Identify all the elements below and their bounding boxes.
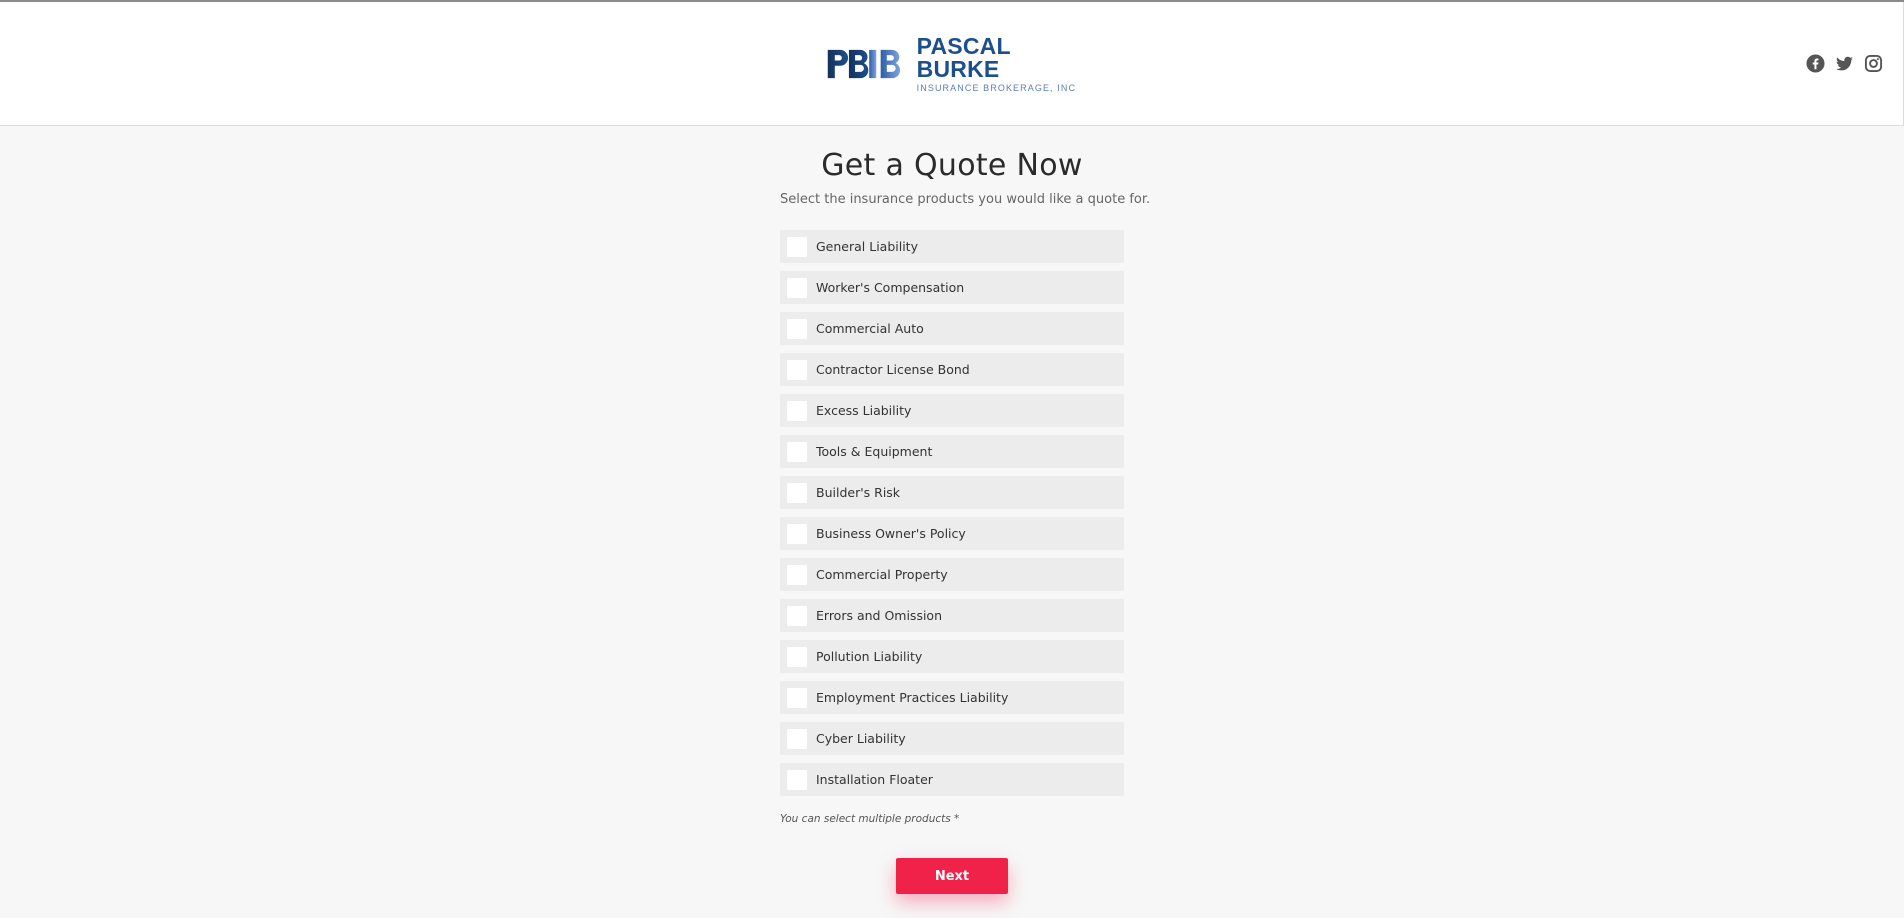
twitter-icon[interactable] bbox=[1835, 54, 1854, 73]
multiple-selection-hint: You can select multiple products * bbox=[780, 813, 960, 825]
product-option[interactable]: Tools & Equipment bbox=[780, 435, 1124, 468]
product-options-list: General Liability Worker's Compensation Co… bbox=[780, 230, 1124, 796]
product-option-label: Commercial Property bbox=[816, 567, 948, 582]
product-checkbox[interactable] bbox=[787, 605, 807, 626]
product-option-label: Tools & Equipment bbox=[816, 444, 933, 459]
product-option[interactable]: Commercial Property bbox=[780, 558, 1124, 591]
product-option[interactable]: Errors and Omission bbox=[780, 599, 1124, 632]
product-checkbox[interactable] bbox=[787, 318, 807, 339]
social-links bbox=[1806, 54, 1883, 73]
logo-name: PASCAL BURKE bbox=[916, 33, 1011, 82]
product-option[interactable]: Contractor License Bond bbox=[780, 353, 1124, 386]
facebook-icon[interactable] bbox=[1806, 54, 1825, 73]
product-option-label: Contractor License Bond bbox=[816, 362, 970, 377]
product-checkbox[interactable] bbox=[787, 441, 807, 462]
logo[interactable]: PASCAL BURKE INSURANCE BROKERAGE, INC bbox=[826, 35, 1078, 93]
product-checkbox[interactable] bbox=[787, 523, 807, 544]
product-option-label: General Liability bbox=[816, 239, 918, 254]
logo-mark bbox=[827, 49, 901, 79]
product-checkbox[interactable] bbox=[787, 277, 807, 298]
product-option-label: Pollution Liability bbox=[816, 649, 923, 664]
product-checkbox[interactable] bbox=[787, 400, 807, 421]
product-option[interactable]: Cyber Liability bbox=[780, 722, 1124, 755]
product-option[interactable]: General Liability bbox=[780, 230, 1124, 263]
site-header: PASCAL BURKE INSURANCE BROKERAGE, INC bbox=[0, 2, 1904, 126]
product-checkbox[interactable] bbox=[787, 564, 807, 585]
product-option-label: Employment Practices Liability bbox=[816, 690, 1009, 705]
product-option[interactable]: Worker's Compensation bbox=[780, 271, 1124, 304]
product-checkbox[interactable] bbox=[787, 769, 807, 790]
product-option[interactable]: Pollution Liability bbox=[780, 640, 1124, 673]
product-option-label: Excess Liability bbox=[816, 403, 912, 418]
product-option-label: Builder's Risk bbox=[816, 485, 901, 500]
product-option[interactable]: Commercial Auto bbox=[780, 312, 1124, 345]
product-option-label: Cyber Liability bbox=[816, 731, 906, 746]
product-option-label: Business Owner's Policy bbox=[816, 526, 966, 541]
product-checkbox[interactable] bbox=[787, 687, 807, 708]
page-title: Get a Quote Now bbox=[821, 148, 1083, 183]
product-checkbox[interactable] bbox=[787, 236, 807, 257]
product-option[interactable]: Installation Floater bbox=[780, 763, 1124, 796]
product-option-label: Commercial Auto bbox=[816, 321, 924, 336]
product-option[interactable]: Excess Liability bbox=[780, 394, 1124, 427]
product-checkbox[interactable] bbox=[787, 482, 807, 503]
product-checkbox[interactable] bbox=[787, 728, 807, 749]
logo-text: PASCAL BURKE INSURANCE BROKERAGE, INC bbox=[917, 35, 1078, 93]
product-checkbox[interactable] bbox=[787, 646, 807, 667]
product-option-label: Worker's Compensation bbox=[816, 280, 965, 295]
product-option[interactable]: Business Owner's Policy bbox=[780, 517, 1124, 550]
instagram-icon[interactable] bbox=[1864, 54, 1883, 73]
quote-form: Get a Quote Now Select the insurance pro… bbox=[780, 126, 1151, 825]
page-subtitle: Select the insurance products you would … bbox=[780, 192, 1151, 207]
product-option-label: Errors and Omission bbox=[816, 608, 943, 623]
product-option[interactable]: Builder's Risk bbox=[780, 476, 1124, 509]
product-checkbox[interactable] bbox=[787, 359, 807, 380]
product-option[interactable]: Employment Practices Liability bbox=[780, 681, 1124, 714]
product-option-label: Installation Floater bbox=[816, 772, 933, 787]
logo-tagline: INSURANCE BROKERAGE, INC bbox=[916, 83, 1077, 93]
next-button[interactable]: Next bbox=[896, 858, 1008, 894]
